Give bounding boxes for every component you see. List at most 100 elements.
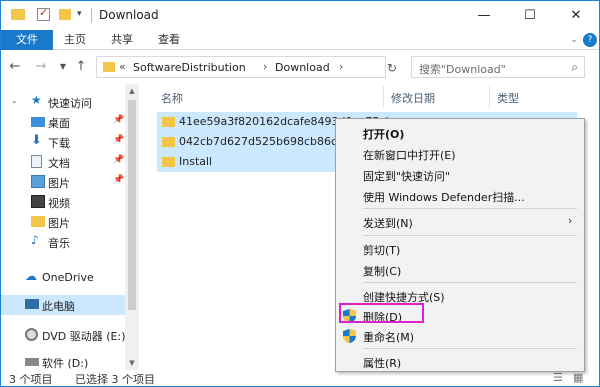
- nav-item-onedrive[interactable]: ☁ OneDrive: [1, 268, 125, 288]
- file-name: 042cb7d627d525b698cb86cacd: [179, 135, 357, 148]
- close-button[interactable]: ✕: [553, 1, 599, 30]
- navigation-pane-scrollbar[interactable]: ▲ ▼: [125, 84, 139, 370]
- nav-item-videos[interactable]: 视频: [1, 192, 125, 212]
- shield-icon: [343, 329, 356, 343]
- help-icon[interactable]: ?: [583, 33, 597, 47]
- chevron-right-icon[interactable]: ›: [263, 60, 267, 73]
- menu-divider: [363, 282, 577, 283]
- column-header-name[interactable]: 名称: [161, 90, 183, 106]
- delete-highlight-box: [339, 303, 424, 323]
- title-bar: ▾ Download — ☐ ✕: [1, 1, 599, 30]
- nav-item-label: 音乐: [48, 237, 70, 250]
- picture-icon: [31, 175, 45, 188]
- document-icon: [31, 155, 42, 168]
- address-bar[interactable]: « SoftwareDistribution › Download › ⌄: [96, 56, 470, 78]
- scroll-down-icon[interactable]: ▼: [125, 356, 139, 370]
- breadcrumb-softwaredistribution[interactable]: SoftwareDistribution: [133, 61, 246, 74]
- menu-item-label: 重命名(M): [363, 331, 415, 344]
- breadcrumb-overflow[interactable]: «: [119, 60, 126, 73]
- menu-divider: [363, 208, 577, 209]
- selected-count: 已选择 3 个项目: [75, 373, 155, 386]
- breadcrumb-download[interactable]: Download: [275, 61, 330, 74]
- nav-item-documents[interactable]: 文档 📌: [1, 152, 125, 172]
- menu-item-open-new-window[interactable]: 在新窗口中打开(E): [336, 143, 584, 164]
- menu-item-label: 属性(R): [363, 357, 402, 370]
- navigation-bar: ← → ▼ ↑ « SoftwareDistribution › Downloa…: [1, 51, 599, 83]
- up-arrow-icon[interactable]: ↑: [73, 59, 89, 75]
- tab-share[interactable]: 共享: [104, 30, 140, 50]
- nav-item-music[interactable]: ♪ 音乐: [1, 232, 125, 252]
- navigation-pane: ⌄ ★ 快速访问 桌面 📌 ⬇ 下载 📌 文档 📌 图片 📌 视频 图片 ♪ 音…: [1, 84, 136, 372]
- nav-item-downloads[interactable]: ⬇ 下载 📌: [1, 132, 125, 152]
- nav-item-drive-d[interactable]: 软件 (D:): [1, 352, 125, 372]
- search-input[interactable]: 搜索"Download" ⌕: [411, 56, 585, 78]
- menu-divider: [363, 348, 577, 349]
- properties-icon[interactable]: [37, 6, 50, 21]
- column-header-modified[interactable]: 修改日期: [391, 90, 435, 106]
- music-icon: ♪: [31, 233, 39, 247]
- column-divider[interactable]: [383, 86, 384, 108]
- desktop-icon: [31, 117, 45, 127]
- tab-file[interactable]: 文件: [1, 30, 53, 50]
- pin-icon[interactable]: 📌: [113, 135, 124, 145]
- tab-view[interactable]: 查看: [151, 30, 187, 50]
- menu-item-copy[interactable]: 复制(C): [336, 259, 584, 280]
- nav-item-label: 快速访问: [48, 97, 92, 110]
- nav-item-this-pc[interactable]: 此电脑: [1, 295, 125, 315]
- title-divider: [91, 8, 92, 23]
- nav-item-pictures[interactable]: 图片 📌: [1, 172, 125, 192]
- forward-arrow-icon[interactable]: →: [33, 59, 49, 75]
- details-view-icon[interactable]: ☰: [553, 371, 563, 384]
- menu-item-cut[interactable]: 剪切(T): [336, 238, 584, 259]
- menu-item-defender-scan[interactable]: 使用 Windows Defender扫描...: [336, 185, 584, 206]
- nav-item-dvd-drive[interactable]: DVD 驱动器 (E:) S: [1, 325, 136, 345]
- download-icon: ⬇: [31, 133, 42, 148]
- context-menu: 打开(O) 在新窗口中打开(E) 固定到"快速访问" 使用 Windows De…: [335, 118, 585, 372]
- pin-icon[interactable]: 📌: [113, 155, 124, 165]
- menu-item-label: 固定到"快速访问": [363, 170, 451, 183]
- file-name: Install: [179, 155, 213, 168]
- maximize-button[interactable]: ☐: [507, 1, 553, 30]
- recent-locations-dropdown-icon[interactable]: ▼: [55, 59, 71, 75]
- nav-item-label: 软件 (D:): [42, 357, 89, 370]
- menu-item-properties[interactable]: 属性(R): [336, 351, 584, 372]
- folder-icon: [11, 9, 25, 20]
- column-header-type[interactable]: 类型: [497, 90, 519, 106]
- ribbon-tabs: 文件 主页 共享 查看 ⌄ ?: [1, 30, 599, 50]
- folder-icon: [162, 117, 175, 127]
- menu-item-rename[interactable]: 重命名(M): [336, 325, 584, 346]
- back-arrow-icon[interactable]: ←: [7, 59, 23, 75]
- search-placeholder: 搜索"Download": [419, 63, 506, 76]
- refresh-icon[interactable]: ↻: [387, 61, 397, 75]
- drive-icon: [25, 358, 39, 366]
- chevron-down-icon[interactable]: ⌄: [11, 96, 18, 105]
- scrollbar-thumb[interactable]: [128, 100, 136, 310]
- menu-item-label: 发送到(N): [363, 217, 413, 230]
- menu-divider: [363, 235, 577, 236]
- menu-item-send-to[interactable]: 发送到(N) ›: [336, 211, 584, 232]
- nav-item-desktop[interactable]: 桌面 📌: [1, 112, 125, 132]
- minimize-button[interactable]: —: [461, 1, 507, 30]
- window-title: Download: [99, 8, 159, 22]
- nav-item-label: OneDrive: [42, 271, 94, 284]
- menu-item-open[interactable]: 打开(O): [336, 122, 584, 143]
- expand-ribbon-icon[interactable]: ⌄: [567, 33, 581, 47]
- scroll-up-icon[interactable]: ▲: [125, 84, 139, 98]
- nav-item-pictures-folder[interactable]: 图片: [1, 212, 125, 232]
- new-folder-icon[interactable]: [59, 9, 71, 20]
- nav-item-label: 此电脑: [42, 300, 75, 313]
- pin-icon[interactable]: 📌: [113, 175, 124, 185]
- menu-item-pin-quick-access[interactable]: 固定到"快速访问": [336, 164, 584, 185]
- nav-item-label: 下载: [48, 137, 70, 150]
- column-divider[interactable]: [489, 86, 490, 108]
- computer-icon: [25, 299, 39, 309]
- nav-item-label: DVD 驱动器 (E:) S: [42, 330, 136, 343]
- video-icon: [31, 195, 45, 208]
- nav-item-quick-access[interactable]: ⌄ ★ 快速访问: [1, 92, 125, 112]
- quick-access-toolbar-dropdown-icon[interactable]: ▾: [77, 9, 87, 21]
- pin-icon[interactable]: 📌: [113, 115, 124, 125]
- nav-item-label: 图片: [48, 177, 70, 190]
- tab-home[interactable]: 主页: [57, 30, 93, 50]
- chevron-right-icon[interactable]: ›: [339, 60, 343, 73]
- large-icons-view-icon[interactable]: ▦: [573, 371, 583, 384]
